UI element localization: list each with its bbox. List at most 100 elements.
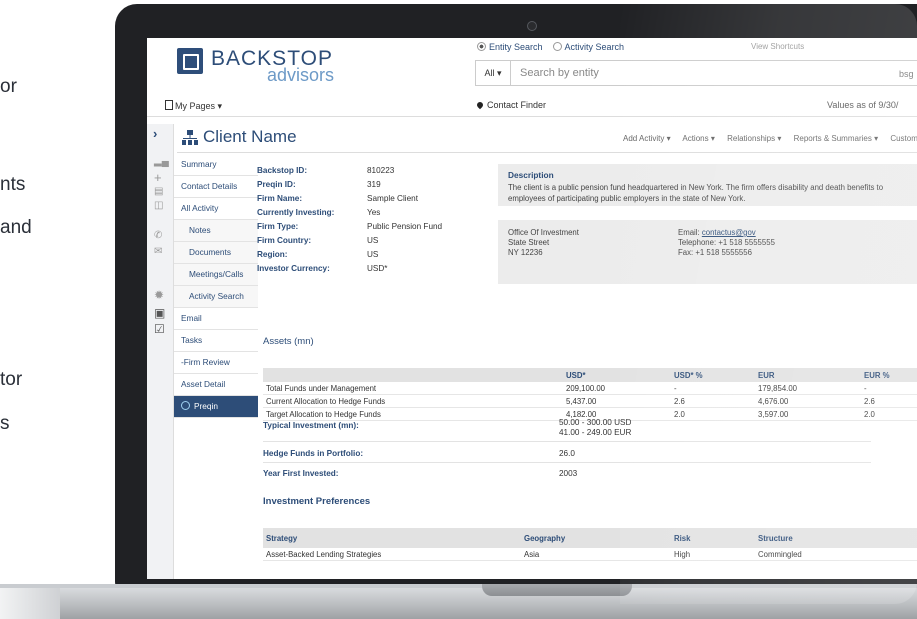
- add-activity-menu[interactable]: Add Activity ▾: [623, 134, 671, 143]
- field-label: Firm Country:: [257, 236, 312, 245]
- client-actions-menu: Add Activity ▾ Actions ▾ Relationships ▾…: [623, 134, 917, 143]
- table-cell: -: [861, 382, 917, 395]
- nav-contact-details[interactable]: Contact Details: [174, 176, 258, 198]
- field-value: US: [367, 236, 379, 245]
- office-panel: Office Of Investment State Street NY 122…: [498, 220, 917, 284]
- year-first-invested-label: Year First Invested:: [263, 469, 339, 478]
- table-row: Current Allocation to Hedge Funds 5,437.…: [263, 394, 917, 408]
- preferences-col-header: Risk: [671, 528, 755, 548]
- entity-search-radio[interactable]: Entity Search: [477, 42, 543, 52]
- laptop-base-highlight: [0, 588, 60, 619]
- search-box: All ▾ Search by entity: [475, 60, 917, 86]
- chart-icon[interactable]: ▂▄: [154, 156, 169, 167]
- description-title: Description: [508, 170, 554, 180]
- my-pages-menu[interactable]: My Pages ▾: [165, 100, 222, 112]
- reports-summaries-menu[interactable]: Reports & Summaries ▾: [794, 134, 878, 143]
- custom-menu[interactable]: Custom L: [890, 134, 917, 143]
- mail-icon[interactable]: ✉: [154, 246, 162, 257]
- assets-title: Assets (mn): [263, 336, 314, 347]
- nav-meetings-calls[interactable]: Meetings/Calls: [174, 264, 258, 286]
- office-name: Office Of Investment: [508, 228, 579, 237]
- nav-notes[interactable]: Notes: [174, 220, 258, 242]
- checklist-icon[interactable]: ☑: [154, 322, 165, 336]
- nav-summary[interactable]: Summary: [174, 154, 258, 176]
- typical-investment-eur: 41.00 - 249.00 EUR: [559, 428, 632, 437]
- contact-finder-label: Contact Finder: [487, 100, 547, 110]
- search-scope-select[interactable]: All ▾: [476, 61, 511, 85]
- preferences-col-header: Strategy: [263, 528, 521, 548]
- nav-email[interactable]: Email: [174, 308, 258, 330]
- table-cell: 5,437.00: [563, 394, 671, 408]
- nav-asset-detail[interactable]: Asset Detail: [174, 374, 258, 396]
- nav-all-activity[interactable]: All Activity: [174, 198, 258, 220]
- contact-finder-link[interactable]: Contact Finder: [475, 100, 547, 110]
- activity-search-label: Activity Search: [564, 42, 625, 52]
- assets-col-header: EUR: [755, 368, 861, 382]
- assets-col-header: USD* %: [671, 368, 755, 382]
- office-fax: Fax: +1 518 5555556: [678, 248, 752, 257]
- nav-activity-search[interactable]: Activity Search: [174, 286, 258, 308]
- divider: [263, 441, 871, 442]
- field-row: Backstop ID: 810223: [257, 166, 442, 180]
- office-street: State Street: [508, 238, 550, 247]
- field-label: Investor Currency:: [257, 264, 330, 273]
- marketing-text-1: or: [0, 76, 17, 97]
- field-value: US: [367, 250, 379, 259]
- field-row: Preqin ID: 319: [257, 180, 442, 194]
- field-row: Currently Investing: Yes: [257, 208, 442, 222]
- expand-chevron-icon[interactable]: ›: [153, 126, 157, 141]
- field-row: Region: US: [257, 250, 442, 264]
- phone-icon[interactable]: ✆: [154, 230, 162, 241]
- view-shortcuts-link[interactable]: View Shortcuts: [751, 42, 804, 51]
- camera-icon: [527, 21, 537, 31]
- relationships-menu[interactable]: Relationships ▾: [727, 134, 781, 143]
- typical-investment-usd: 50.00 - 300.00 USD: [559, 418, 632, 427]
- table-cell: Total Funds under Management: [263, 382, 563, 395]
- preferences-col-header: Geography: [521, 528, 671, 548]
- radio-icon: [552, 42, 562, 51]
- clipboard-icon[interactable]: ▣: [154, 306, 165, 320]
- email-link[interactable]: contactus@gov: [702, 228, 756, 237]
- values-as-of: Values as of 9/30/: [827, 100, 899, 110]
- nav-preqin[interactable]: Preqin: [174, 396, 258, 418]
- settings-icon[interactable]: ✹: [154, 288, 164, 302]
- field-row: Investor Currency: USD*: [257, 264, 442, 278]
- nav-documents[interactable]: Documents: [174, 242, 258, 264]
- client-nav: Summary Contact Details All Activity Not…: [174, 154, 258, 418]
- marketing-text-3: and: [0, 217, 32, 238]
- user-name[interactable]: bsg: [899, 69, 914, 79]
- client-name: Client Name: [203, 127, 297, 146]
- logo-subtext[interactable]: advisors: [267, 65, 334, 86]
- table-cell: Current Allocation to Hedge Funds: [263, 394, 563, 408]
- document-icon[interactable]: ▤: [154, 186, 163, 197]
- field-row: Firm Type: Public Pension Fund: [257, 222, 442, 236]
- search-input[interactable]: Search by entity: [520, 67, 599, 79]
- preferences-header-row: Strategy Geography Risk Structure: [263, 528, 917, 548]
- field-value: Sample Client: [367, 194, 418, 203]
- nav-tasks[interactable]: Tasks: [174, 330, 258, 352]
- activity-search-radio[interactable]: Activity Search: [552, 42, 625, 52]
- field-row: Firm Name: Sample Client: [257, 194, 442, 208]
- office-contact: Email: contactus@gov Telephone: +1 518 5…: [678, 228, 775, 258]
- field-label: Backstop ID:: [257, 166, 308, 175]
- nav-firm-review[interactable]: -Firm Review: [174, 352, 258, 374]
- table-cell: -: [671, 382, 755, 395]
- table-row: Asset-Backed Lending Strategies Asia Hig…: [263, 548, 917, 561]
- hedge-funds-label: Hedge Funds in Portfolio:: [263, 449, 364, 458]
- plus-icon[interactable]: +: [154, 170, 162, 185]
- radio-selected-icon: [477, 42, 486, 51]
- firm-fields: Backstop ID: 810223 Preqin ID: 319 Firm Na…: [257, 166, 442, 278]
- field-value: Public Pension Fund: [367, 222, 443, 231]
- field-label: Firm Type:: [257, 222, 299, 231]
- columns-icon[interactable]: ◫: [154, 200, 163, 211]
- field-label: Preqin ID:: [257, 180, 296, 189]
- preqin-icon: [181, 401, 190, 410]
- field-value: 810223: [367, 166, 395, 175]
- backstop-logo-icon[interactable]: [177, 48, 203, 74]
- laptop-screen: BACKSTOP advisors Entity Search Activity…: [147, 38, 917, 579]
- actions-menu[interactable]: Actions ▾: [682, 134, 714, 143]
- header-divider: [147, 116, 917, 117]
- table-cell: Asia: [521, 548, 671, 561]
- bookmark-icon: [165, 100, 173, 110]
- map-pin-icon: [475, 100, 485, 110]
